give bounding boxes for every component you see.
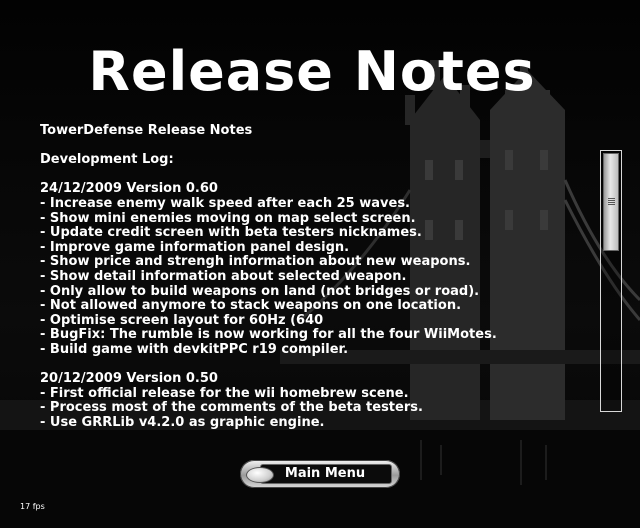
fps-counter: 17 fps	[20, 502, 45, 511]
changelog-item: - Increase enemy walk speed after each 2…	[40, 195, 410, 211]
changelog-item: - Update credit screen with beta testers…	[40, 225, 422, 241]
grip-line	[608, 202, 615, 203]
changelog-item: - Only allow to build weapons on land (n…	[40, 283, 480, 299]
changelog-item: - Show price and strengh information abo…	[40, 254, 471, 270]
release-notes-screen: Release Notes TowerDefense Release Notes…	[0, 0, 640, 528]
changelog-item: - Build game with devkitPPC r19 compiler…	[40, 341, 349, 357]
grip-line	[608, 198, 615, 199]
notes-app-title: TowerDefense Release Notes	[40, 124, 253, 138]
main-menu-button[interactable]: Main Menu	[240, 460, 400, 488]
grip-line	[608, 200, 615, 201]
version-heading: 24/12/2009 Version 0.60	[40, 181, 218, 197]
release-notes-text: TowerDefense Release Notes Development L…	[40, 124, 595, 442]
changelog-item: - Not allowed anymore to stack weapons o…	[40, 298, 462, 314]
version-heading: 20/12/2009 Version 0.50	[40, 371, 218, 387]
changelog-item: - Process most of the comments of the be…	[40, 400, 423, 416]
changelog-item: - Show mini enemies moving on map select…	[40, 210, 416, 226]
scrollbar-thumb[interactable]	[603, 153, 619, 251]
changelog-item: - Improve game information panel design.	[40, 239, 350, 255]
changelog-item: - BugFix: The rumble is now working for …	[40, 327, 497, 343]
notes-scrollbar[interactable]	[600, 150, 622, 412]
main-menu-label: Main Menu	[284, 466, 366, 481]
notes-log-heading: Development Log:	[40, 152, 174, 168]
changelog-item: - Optimise screen layout for 60Hz (640	[40, 312, 324, 328]
changelog-item: - Show detail information about selected…	[40, 268, 407, 284]
changelog-item: - Use GRRLib v4.2.0 as graphic engine.	[40, 414, 325, 430]
grip-line	[608, 204, 615, 205]
page-title: Release Notes	[88, 40, 536, 103]
changelog-item: - First official release for the wii hom…	[40, 385, 409, 401]
